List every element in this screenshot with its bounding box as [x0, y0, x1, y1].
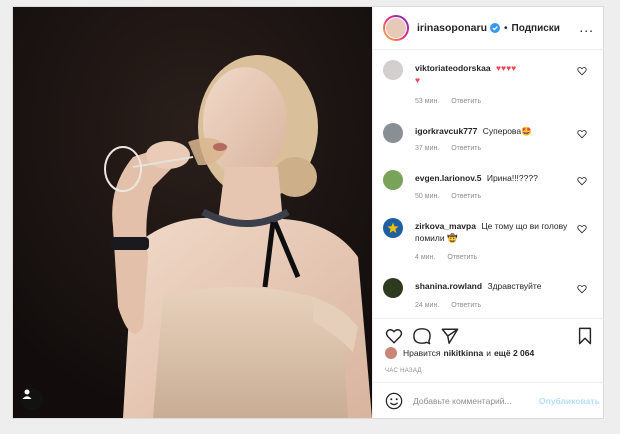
liker-avatar[interactable] — [385, 347, 397, 359]
instagram-post: irinasoponaru • Подписки ... viktoriateo… — [12, 6, 604, 419]
post-time-ago[interactable]: ЧАС НАЗАД — [385, 368, 422, 374]
post-header: irinasoponaru • Подписки ... — [373, 7, 604, 50]
comment-text: Суперова🤩 — [482, 126, 532, 136]
comment-username[interactable]: shanina.rowland — [415, 281, 482, 291]
person-icon — [22, 389, 32, 399]
comment-username[interactable]: zirkova_mavpa — [415, 221, 476, 231]
comment-username[interactable]: evgen.larionov.5 — [415, 173, 481, 183]
comment-body: shanina.rowland Здравствуйте — [415, 280, 575, 292]
comment-body: evgen.larionov.5 Ирина!!!???? — [415, 172, 575, 184]
comment-meta: 50 мин. Ответить — [415, 193, 491, 200]
bookmark-icon[interactable] — [576, 327, 594, 345]
share-send-icon[interactable] — [441, 327, 459, 345]
author-avatar-image — [385, 17, 407, 39]
reply-link[interactable]: Ответить — [451, 98, 481, 105]
heart-outline-icon[interactable] — [577, 129, 587, 139]
comment-meta: 53 мин. Ответить — [415, 98, 491, 105]
comment-text: Ирина!!!???? — [486, 173, 538, 183]
emoji-smile-icon[interactable] — [385, 392, 403, 410]
verified-badge-icon — [490, 23, 501, 33]
liker-username[interactable]: nikitkinna — [444, 348, 484, 358]
comment-body: igorkravcuk777 Суперова🤩 — [415, 125, 575, 137]
post-actions-bar — [373, 318, 604, 349]
header-separator: • — [504, 22, 508, 34]
add-comment-row: Опубликовать — [373, 382, 604, 419]
heart-outline-icon[interactable] — [577, 176, 587, 186]
reply-link[interactable]: Ответить — [451, 145, 481, 152]
comment-avatar[interactable] — [383, 170, 403, 190]
likes-prefix: Нравится — [403, 348, 441, 358]
heart-outline-icon[interactable] — [577, 284, 587, 294]
reply-link[interactable]: Ответить — [451, 193, 481, 200]
heart-outline-icon[interactable] — [577, 224, 587, 234]
like-heart-icon[interactable] — [385, 327, 403, 345]
comment-time: 37 мин. — [415, 145, 440, 152]
likes-count[interactable]: ещё 2 064 — [494, 348, 534, 358]
more-options-icon[interactable]: ... — [579, 20, 594, 34]
author-username[interactable]: irinasoponaru — [417, 22, 487, 34]
author-avatar[interactable] — [383, 15, 409, 41]
comment-meta: 4 мин. Ответить — [415, 254, 487, 261]
comment-text: Здравствуйте — [487, 281, 542, 291]
reply-link[interactable]: Ответить — [447, 254, 477, 261]
comment-time: 4 мин. — [415, 254, 436, 261]
post-photo[interactable] — [13, 7, 372, 418]
comment-meta: 37 мин. Ответить — [415, 145, 491, 152]
publish-button[interactable]: Опубликовать — [539, 396, 600, 406]
comment-meta: 24 мин. Ответить — [415, 302, 491, 309]
comment-avatar[interactable] — [383, 123, 403, 143]
likes-summary: Нравится nikitkinna и ещё 2 064 — [385, 347, 537, 359]
comment-avatar[interactable] — [383, 278, 403, 298]
comment-time: 50 мин. — [415, 193, 440, 200]
heart-outline-icon[interactable] — [577, 66, 587, 76]
comment-avatar[interactable] — [383, 60, 403, 80]
likes-middle: и — [486, 348, 491, 358]
comment-body: viktoriateodorskaa ♥♥♥♥ ♥ — [415, 62, 575, 86]
comment-time: 24 мин. — [415, 302, 440, 309]
comments-list[interactable]: viktoriateodorskaa ♥♥♥♥ ♥ 53 мин. Ответи… — [373, 50, 604, 318]
add-comment-input[interactable] — [411, 395, 535, 407]
comment-avatar[interactable] — [383, 218, 403, 238]
tagged-user-button[interactable] — [21, 388, 43, 410]
photo-illustration — [13, 7, 372, 418]
comment-body: zirkova_mavpa Це тому що ви голову помил… — [415, 220, 575, 244]
post-side-panel: irinasoponaru • Подписки ... viktoriateo… — [372, 7, 604, 418]
comment-time: 53 мин. — [415, 98, 440, 105]
comment-bubble-icon[interactable] — [413, 327, 431, 345]
star-icon — [387, 222, 399, 233]
following-button[interactable]: Подписки — [512, 23, 560, 34]
comment-username[interactable]: igorkravcuk777 — [415, 126, 477, 136]
reply-link[interactable]: Ответить — [451, 302, 481, 309]
comment-username[interactable]: viktoriateodorskaa — [415, 63, 491, 73]
